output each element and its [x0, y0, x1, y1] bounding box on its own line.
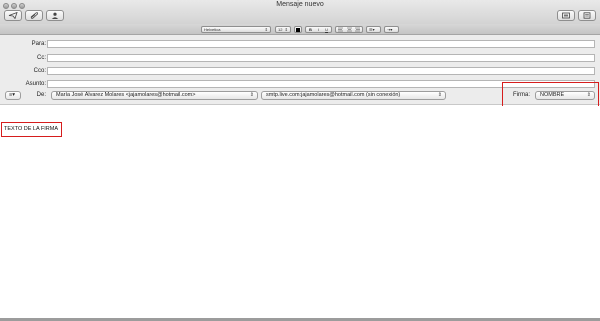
indent-button[interactable]: ⇥▾ — [384, 26, 399, 33]
font-label: Helvetica — [204, 27, 221, 32]
updown-arrow-icon: ⇕ — [249, 92, 254, 98]
from-select[interactable]: María José Álvarez Molares <jajamolares@… — [51, 91, 258, 100]
font-size-label: 12 — [278, 27, 283, 32]
paperclip-icon — [30, 12, 38, 19]
format-bar: Helvetica ⇕ 12 ⇕ B I U ☰▾ ⇥▾ — [0, 24, 600, 35]
smtp-select[interactable]: smtp.live.com:jajamolares@hotmail.com (s… — [261, 91, 446, 100]
signature-text-highlight-box — [1, 122, 62, 137]
from-value: María José Álvarez Molares <jajamolares@… — [56, 92, 196, 98]
message-body[interactable] — [0, 106, 600, 318]
color-swatch — [296, 27, 300, 32]
text-color-button[interactable] — [294, 26, 302, 33]
photo-browser-button[interactable] — [557, 10, 575, 21]
list-icon: ☰▾ — [369, 27, 375, 32]
font-select[interactable]: Helvetica ⇕ — [201, 26, 271, 33]
updown-arrow-icon: ⇕ — [437, 92, 442, 98]
alignment-buttons[interactable] — [335, 26, 363, 33]
stationery-icon — [583, 12, 591, 19]
send-button[interactable] — [4, 10, 22, 21]
bcc-field[interactable] — [47, 67, 595, 75]
window-title: Mensaje nuevo — [276, 1, 324, 8]
updown-arrow-icon: ⇕ — [264, 27, 268, 32]
style-buttons: B I U — [305, 26, 332, 33]
photo-browser-icon — [562, 12, 570, 19]
stationery-button[interactable] — [578, 10, 596, 21]
updown-arrow-icon: ⇕ — [284, 27, 288, 32]
align-icon — [338, 27, 360, 32]
attach-button[interactable] — [25, 10, 43, 21]
send-icon — [8, 12, 18, 19]
to-field[interactable] — [47, 40, 595, 48]
smtp-value: smtp.live.com:jajamolares@hotmail.com (s… — [266, 92, 401, 98]
contact-icon — [51, 12, 59, 19]
font-size-select[interactable]: 12 ⇕ — [275, 26, 291, 33]
list-button[interactable]: ☰▾ — [366, 26, 381, 33]
indent-icon: ⇥▾ — [387, 27, 393, 32]
subject-label: Asunto: — [25, 81, 46, 87]
to-label: Para: — [31, 41, 46, 47]
title-bar: Mensaje nuevo — [0, 0, 600, 24]
bold-button[interactable]: B — [309, 27, 312, 32]
bcc-label: Cco: — [33, 68, 46, 74]
cc-field[interactable] — [47, 54, 595, 62]
underline-button[interactable]: U — [325, 27, 328, 32]
mail-compose-window: Mensaje nuevo Helvetica ⇕ 12 ⇕ B I U ☰▾ … — [0, 0, 600, 321]
address-button[interactable] — [46, 10, 64, 21]
cc-label: Cc: — [37, 55, 46, 61]
italic-button[interactable]: I — [318, 27, 319, 32]
from-label: De: — [36, 92, 46, 98]
